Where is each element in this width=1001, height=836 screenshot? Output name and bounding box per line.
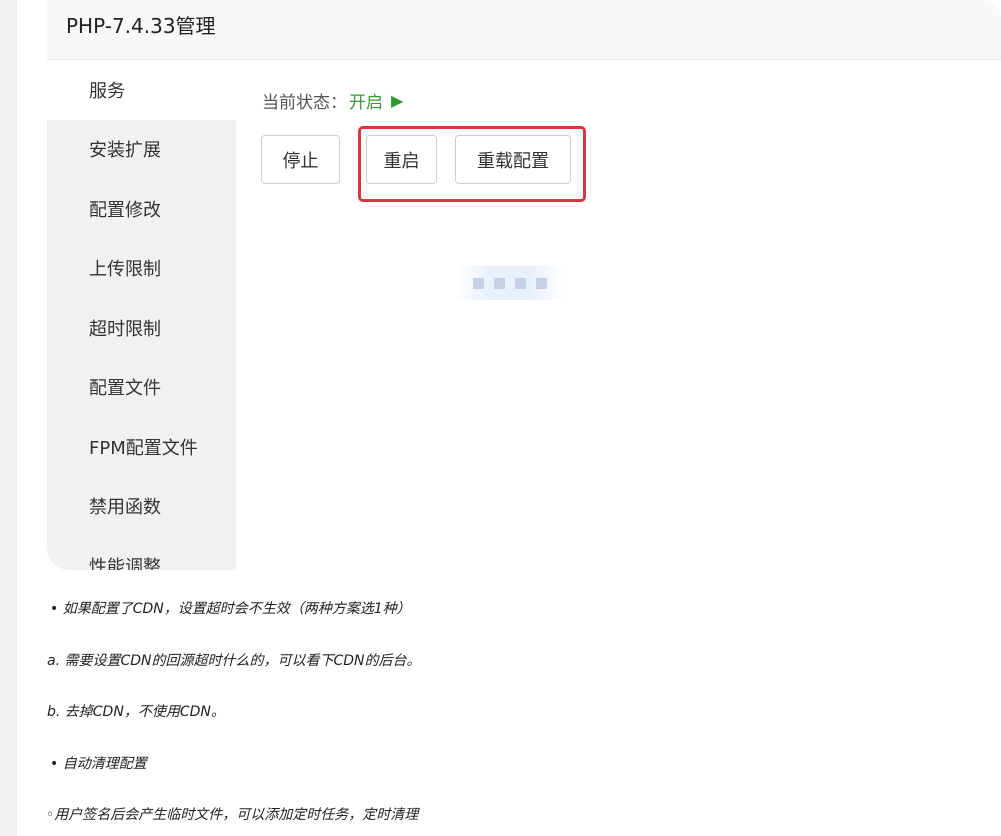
note-option-b: b. 去掉CDN，不使用CDN。 <box>47 704 225 720</box>
stop-button[interactable]: 停止 <box>261 135 340 184</box>
service-content: 当前状态： 开启 ▶ 停止 重启 重载配置 <box>236 60 1001 570</box>
sidebar-item-timeout-limit[interactable]: 超时限制 <box>47 298 236 358</box>
panel-header: PHP-7.4.33管理 <box>47 0 1001 60</box>
sidebar-item-disabled-functions[interactable]: 禁用函数 <box>47 477 236 537</box>
status-label: 当前状态： <box>262 93 347 113</box>
sidebar-item-upload-limit[interactable]: 上传限制 <box>47 239 236 299</box>
loading-dot <box>473 277 484 289</box>
sidebar: 服务 安装扩展 配置修改 上传限制 超时限制 配置文件 FPM配置文件 禁用函数… <box>47 60 236 570</box>
note-option-a: a. 需要设置CDN的回源超时什么的，可以看下CDN的后台。 <box>47 653 421 669</box>
panel-title: PHP-7.4.33管理 <box>66 14 216 38</box>
status-row: 当前状态： 开启 ▶ <box>262 88 403 113</box>
status-value: 开启 <box>349 93 383 113</box>
loading-indicator <box>455 266 565 300</box>
left-gutter <box>0 0 17 836</box>
sidebar-item-service[interactable]: 服务 <box>47 60 236 120</box>
loading-dot <box>494 277 505 289</box>
play-icon: ▶ <box>391 91 404 110</box>
note-temp-files: ◦用户签名后会产生临时文件，可以添加定时任务，定时清理 <box>46 807 419 823</box>
highlight-annotation-box <box>358 126 586 202</box>
sidebar-item-performance-tuning[interactable]: 性能调整 <box>47 536 236 570</box>
sidebar-item-install-extension[interactable]: 安装扩展 <box>47 120 236 180</box>
note-auto-clean: • 自动清理配置 <box>50 756 147 772</box>
sidebar-item-fpm-config-file[interactable]: FPM配置文件 <box>47 417 236 477</box>
sidebar-item-config-file[interactable]: 配置文件 <box>47 358 236 418</box>
note-cdn-timeout: • 如果配置了CDN，设置超时会不生效（两种方案选1种） <box>50 601 411 617</box>
loading-dot <box>536 277 547 289</box>
loading-dot <box>515 277 526 289</box>
sidebar-item-config-edit[interactable]: 配置修改 <box>47 179 236 239</box>
